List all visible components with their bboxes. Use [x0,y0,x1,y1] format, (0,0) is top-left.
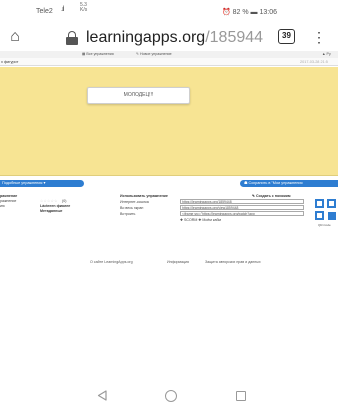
signal-icon: .ıl [61,6,65,13]
network-speed: 5.3 K/s [80,2,88,13]
battery-clock: ⏰ 82 % ▬ 13:06 [222,9,278,16]
exercise-info: ражнение ражнение ию ☆☆☆☆☆ (0) Làcteeen … [0,194,338,236]
url-host: learningapps.org [86,29,206,46]
embed-label: Встроить [120,212,136,216]
exercise-titlebar: х фигурот 2017-03-28 21:5 [0,58,338,66]
nav-new-exercise[interactable]: ✎ Новое упражнение [136,51,172,58]
site-nav: ▦ Все упражнения ✎ Новое упражнение ▲ Ру [0,51,338,58]
rating-stars[interactable]: ☆☆☆☆☆ [40,199,58,203]
use-exercise-title: Использовать упражнение [120,194,168,198]
nav-language[interactable]: ▲ Ру [322,51,331,58]
exercise-date: 2017-03-28 21:5 [300,60,328,64]
action-bar: Подобные упражнения ▾ ☗ Сохранить в "Мои… [0,180,338,188]
fullscreen-link-label: Во весь экран [120,206,144,210]
menu-icon[interactable]: ⋮ [312,27,326,47]
info-label-2: ражнение [0,199,17,203]
back-icon[interactable] [97,390,108,401]
url-path: /185944 [205,29,264,46]
android-nav-bar [0,386,338,406]
nav-all-exercises[interactable]: ▦ Все упражнения [82,51,114,58]
recent-apps-icon[interactable] [236,391,246,401]
embed-field[interactable]: <iframe src="https://learningapps.org/wa… [180,211,304,216]
save-to-my-exercises-button[interactable]: ☗ Сохранить в "Мои упражнения [240,180,338,187]
carrier-name: Tele2 [36,8,53,15]
info-label-3: ию [0,204,5,208]
home-icon[interactable]: ⌂ [4,28,26,46]
footer-privacy-link[interactable]: Защита авторских прав и данных [205,260,261,264]
footer-about-link[interactable]: О сайте LearningApps.org [90,260,133,264]
lock-icon[interactable] [66,31,78,45]
metadata-label[interactable]: Метаданные [40,209,62,213]
scorm-links[interactable]: ✚ SCORM ✚ Моём кабм [180,218,221,222]
status-bar: Tele2 .ıl 5.3 K/s ⏰ 82 % ▬ 13:06 [0,0,338,26]
success-message: МОЛОДЕЦ!!! [87,87,190,104]
fullscreen-link-field[interactable]: https://learningapps.org/view1859448 [180,205,304,210]
site-footer: О сайте LearningApps.org Информация Защи… [0,260,338,266]
fullscreen-label[interactable]: Làcteeen фиолее [40,204,70,208]
link-field[interactable]: https://learningapps.org/1859448 [180,199,304,204]
exercise-title: х фигурот [1,60,19,64]
link-label: Интернет-ссылка [120,200,149,204]
tab-count-button[interactable]: 39 [278,29,295,44]
qr-code-icon[interactable] [315,199,337,221]
info-label-1: ражнение [0,194,18,198]
browser-toolbar: ⌂ learningapps.org/185944 39 ⋮ [0,27,338,49]
home-button-icon[interactable] [165,390,177,402]
exercise-area[interactable]: МОЛОДЕЦ!!! [0,67,338,176]
url-field[interactable]: learningapps.org/185944 [86,28,263,48]
footer-info-link[interactable]: Информация [167,260,189,264]
qr-code-label: QR-Code [318,223,331,227]
rating-count: (0) [62,199,67,203]
create-similar-link[interactable]: ✎ Создать с похожим [252,194,291,198]
similar-exercises-button[interactable]: Подобные упражнения ▾ [0,180,84,187]
